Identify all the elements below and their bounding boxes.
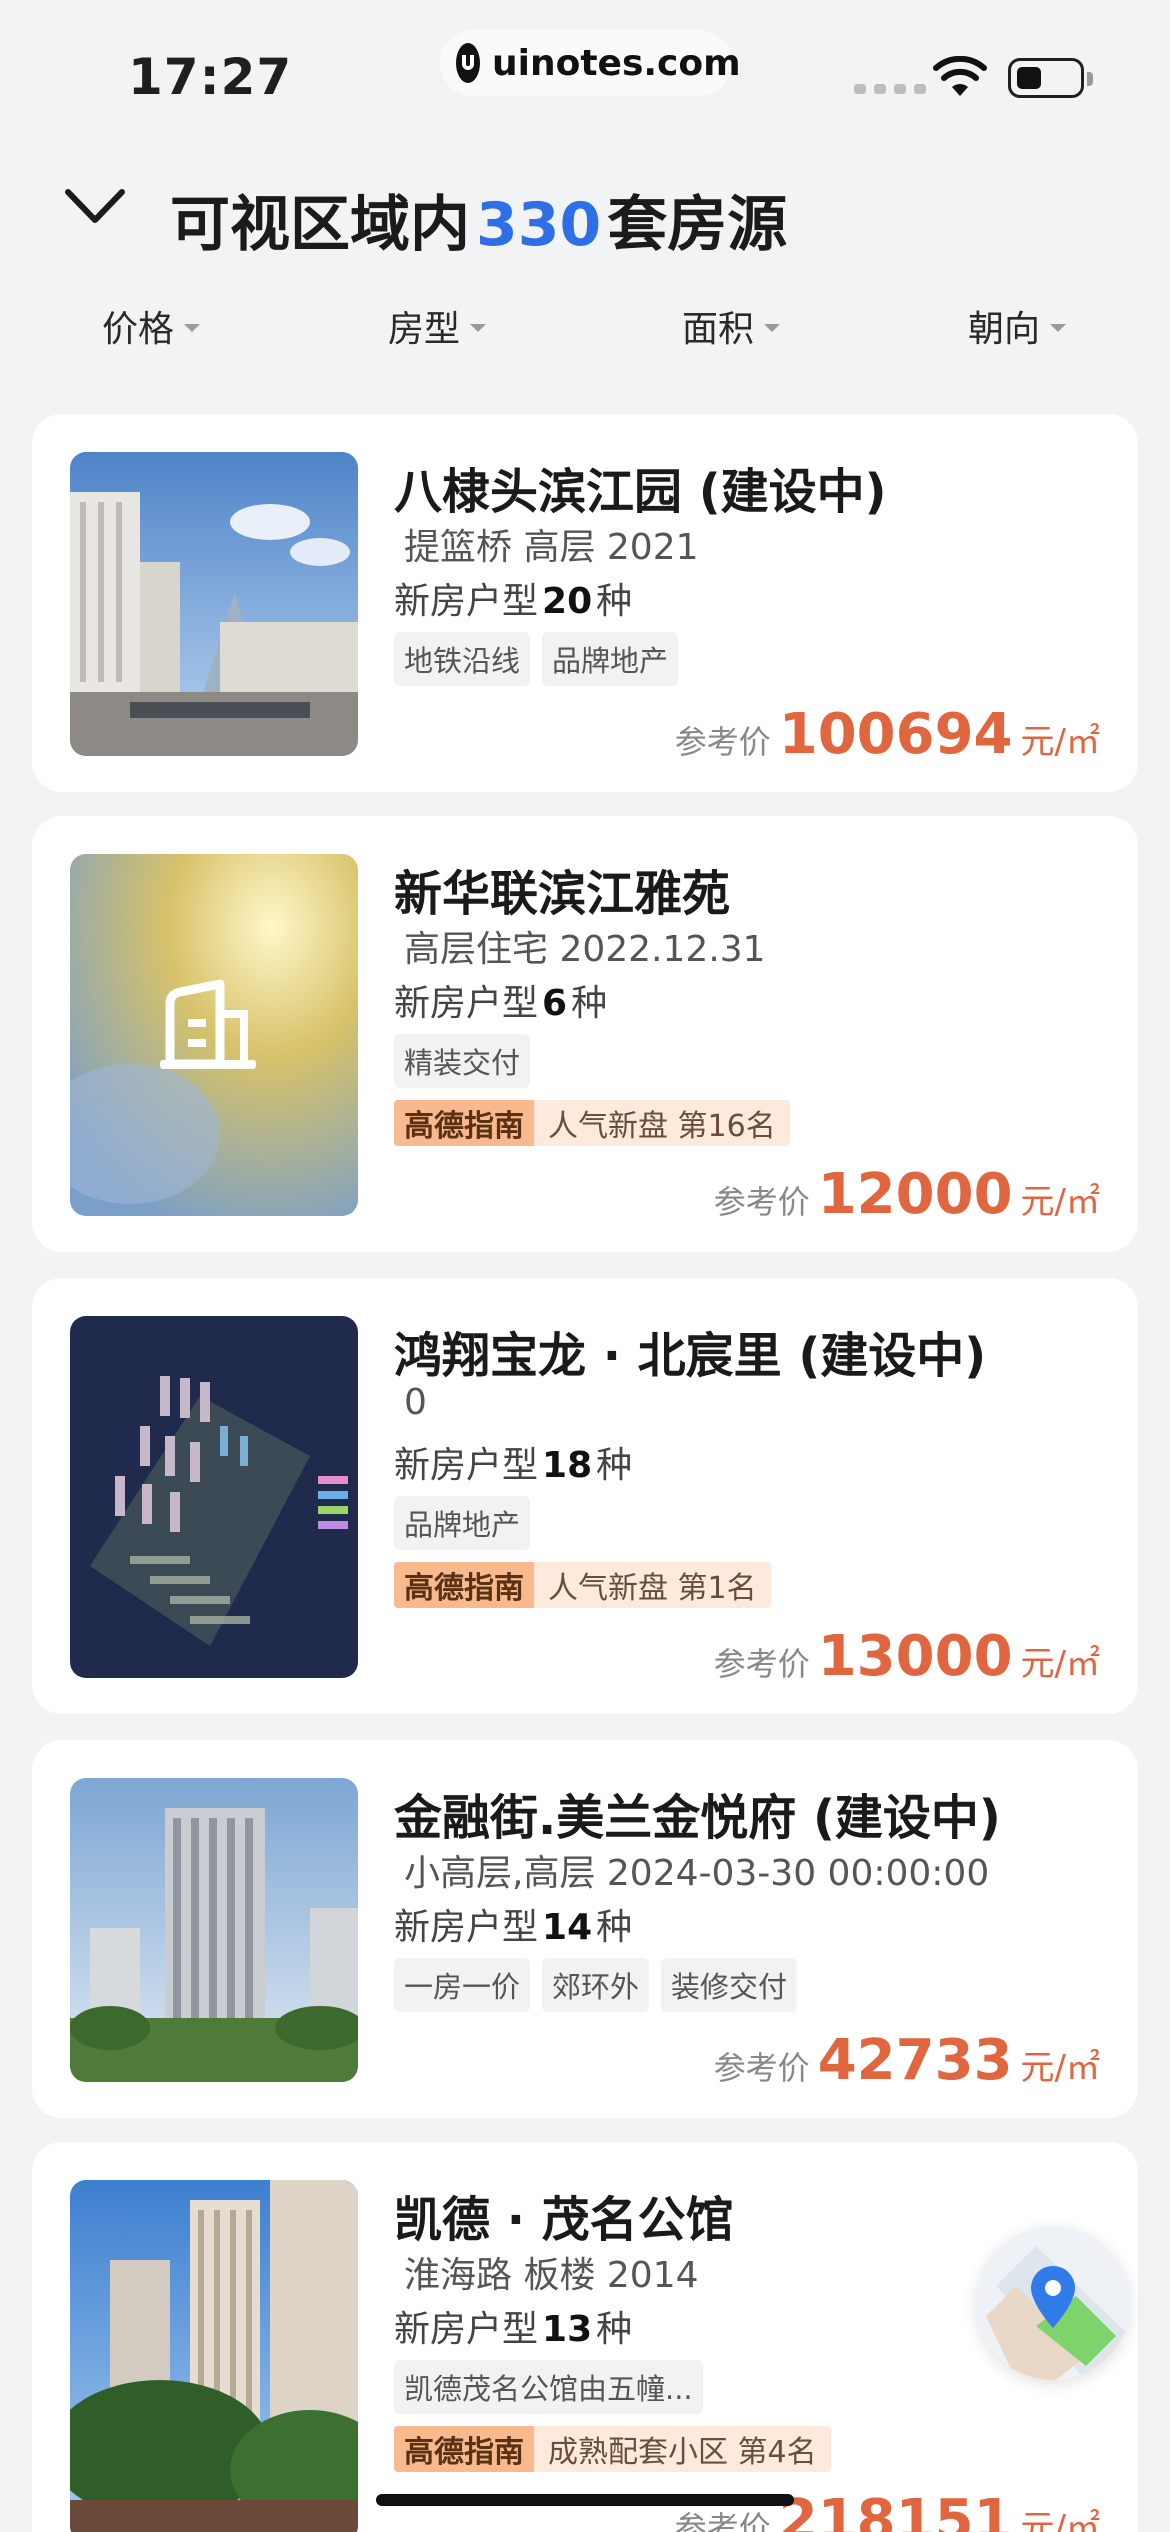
listing-title: 金融街.美兰金悦府 (建设中) (394, 1790, 1001, 1846)
filter-layout[interactable]: 房型 (388, 300, 487, 352)
ranking-badge[interactable]: 高德指南 人气新盘 第16名 (394, 1100, 790, 1146)
listing-card[interactable]: 新华联滨江雅苑 高层住宅 2022.12.31 新房户型 6 种 精装交付 高德指南… (32, 816, 1138, 1252)
caret-down-icon (1050, 324, 1067, 332)
listing-subtitle: 小高层,高层 2024-03-30 00:00:00 (404, 1853, 990, 1894)
listing-subtitle: 0 (404, 1382, 427, 1423)
tag: 装修交付 (661, 1958, 798, 2012)
listing-layout-count: 新房户型 18 种 (394, 1445, 633, 1486)
listing-image (70, 2180, 358, 2532)
listing-subtitle: 高层住宅 2022.12.31 (404, 929, 766, 970)
results-header: 可视区域内 330 套房源 (0, 160, 1170, 260)
listing-card[interactable]: 凯德 · 茂名公馆 淮海路 板楼 2014 新房户型 13 种 凯德茂名公馆由五幢.… (32, 2142, 1138, 2532)
caret-down-icon (184, 324, 201, 332)
filter-label: 价格 (102, 309, 175, 350)
site-logo-icon (456, 43, 480, 83)
listing-image (70, 854, 358, 1216)
filter-area[interactable]: 面积 (682, 300, 781, 352)
listing-card[interactable]: 金融街.美兰金悦府 (建设中) 小高层,高层 2024-03-30 00:00:… (32, 1740, 1138, 2118)
tag: 精装交付 (394, 1034, 531, 1088)
map-pin-icon (976, 2226, 1130, 2380)
map-view-button[interactable] (976, 2226, 1130, 2380)
listing-image (70, 1778, 358, 2082)
listing-subtitle: 提篮桥 高层 2021 (404, 527, 699, 568)
listing-layout-count: 新房户型 20 种 (394, 581, 633, 622)
listing-card[interactable]: 鸿翔宝龙 · 北宸里 (建设中) 0 新房户型 18 种 品牌地产 高德指南 人气新… (32, 1278, 1138, 1714)
filter-label: 面积 (682, 309, 755, 350)
listing-title: 八棣头滨江园 (建设中) (394, 464, 887, 520)
filter-price[interactable]: 价格 (102, 300, 201, 352)
tag: 品牌地产 (542, 632, 679, 686)
listing-price: 参考价 13000 元/㎡ (713, 1624, 1100, 1689)
results-title: 可视区域内 330 套房源 (170, 176, 787, 263)
results-prefix: 可视区域内 (170, 190, 470, 260)
listing-layout-count: 新房户型 13 种 (394, 2309, 633, 2350)
status-time: 17:27 (128, 48, 293, 106)
url-pill[interactable]: uinotes.com (440, 30, 741, 96)
ranking-brand: 高德指南 (394, 1100, 534, 1146)
listing-subtitle: 淮海路 板楼 2014 (404, 2255, 699, 2296)
status-bar: 17:27 uinotes.com (0, 0, 1170, 130)
listing-price: 参考价 42733 元/㎡ (713, 2028, 1100, 2093)
listing-price: 参考价 12000 元/㎡ (713, 1162, 1100, 1227)
listing-tags: 品牌地产 (394, 1496, 531, 1550)
filter-bar: 价格 房型 面积 朝向 (0, 300, 1170, 360)
listing-tags: 精装交付 (394, 1034, 531, 1088)
listing-layout-count: 新房户型 6 种 (394, 983, 608, 1024)
ranking-desc: 成熟配套小区 第4名 (534, 2426, 831, 2472)
tag: 地铁沿线 (394, 632, 531, 686)
ranking-desc: 人气新盘 第1名 (534, 1562, 771, 1608)
tag: 一房一价 (394, 1958, 531, 2012)
filter-label: 房型 (388, 309, 461, 350)
caret-down-icon (470, 324, 487, 332)
listing-title: 凯德 · 茂名公馆 (394, 2192, 734, 2248)
listing-image (70, 1316, 358, 1678)
wifi-icon (933, 56, 987, 96)
listing-title: 新华联滨江雅苑 (394, 866, 731, 922)
tag: 郊环外 (542, 1958, 650, 2012)
ranking-brand: 高德指南 (394, 1562, 534, 1608)
filter-orientation[interactable]: 朝向 (968, 300, 1067, 352)
listing-tags: 凯德茂名公馆由五幢... (394, 2360, 703, 2414)
cellular-signal-icon (854, 84, 926, 94)
results-count: 330 (476, 190, 602, 260)
results-suffix: 套房源 (607, 190, 788, 260)
home-indicator (376, 2494, 794, 2506)
battery-icon (1008, 58, 1093, 98)
listing-image (70, 452, 358, 756)
listing-tags: 一房一价 郊环外 装修交付 (394, 1958, 798, 2012)
listing-layout-count: 新房户型 14 种 (394, 1907, 633, 1948)
filter-label: 朝向 (968, 309, 1041, 350)
ranking-desc: 人气新盘 第16名 (534, 1100, 790, 1146)
listing-tags: 地铁沿线 品牌地产 (394, 632, 679, 686)
ranking-brand: 高德指南 (394, 2426, 534, 2472)
listing-price: 参考价 100694 元/㎡ (674, 702, 1100, 767)
tag: 凯德茂名公馆由五幢... (394, 2360, 703, 2414)
chevron-down-icon[interactable] (64, 184, 126, 230)
ranking-badge[interactable]: 高德指南 人气新盘 第1名 (394, 1562, 771, 1608)
url-text: uinotes.com (492, 42, 741, 84)
caret-down-icon (764, 324, 781, 332)
listing-title: 鸿翔宝龙 · 北宸里 (建设中) (394, 1328, 987, 1384)
ranking-badge[interactable]: 高德指南 成熟配套小区 第4名 (394, 2426, 831, 2472)
tag: 品牌地产 (394, 1496, 531, 1550)
listing-card[interactable]: 八棣头滨江园 (建设中) 提篮桥 高层 2021 新房户型 20 种 地铁沿线 品牌… (32, 414, 1138, 792)
